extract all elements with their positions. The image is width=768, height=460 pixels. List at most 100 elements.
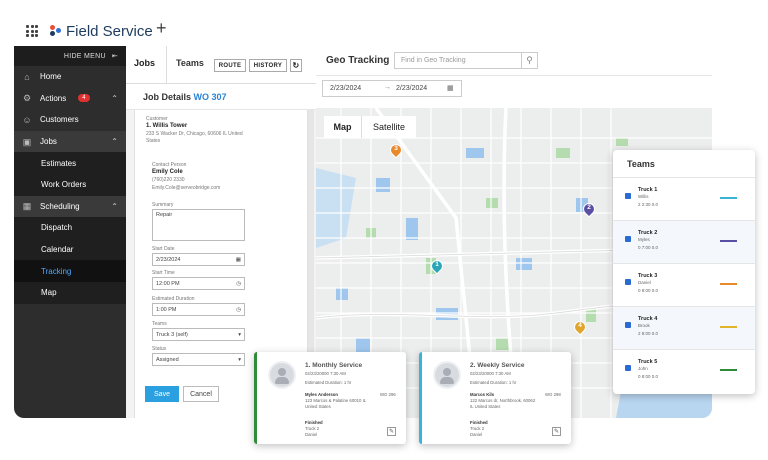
truck-stats: 0 8:00 0.0 <box>638 374 659 379</box>
start-date-field[interactable]: 2/23/2024 ▦ <box>152 253 245 266</box>
chevron-up-icon[interactable]: ⌃ <box>111 202 118 211</box>
map-pin-4[interactable]: 4 <box>571 318 589 336</box>
sidebar-item-scheduling[interactable]: ▦ Scheduling ⌃ <box>14 195 126 218</box>
service-date: 02/23/20000 7:30 AM <box>470 371 511 376</box>
truck-stats: 2 8:00 0.0 <box>638 331 659 336</box>
geo-search-input[interactable]: Find in Geo Tracking <box>394 52 522 69</box>
truck-row-3[interactable]: Truck 3 Daniel 0 8:00 0.0 <box>613 263 755 306</box>
summary-field[interactable]: Repair <box>152 209 245 241</box>
map-pin-3[interactable]: 3 <box>387 141 405 159</box>
service-duration: Estimated Duration: 1 hr <box>470 380 517 385</box>
tab-teams[interactable]: Teams <box>176 58 204 68</box>
service-customer: Marcos Kils <box>470 392 495 397</box>
actions-icon: ⚙ <box>22 93 32 104</box>
checkbox-checked-icon[interactable] <box>625 236 631 242</box>
sidebar-item-actions[interactable]: ⚙ Actions 4 ⌃ <box>14 88 126 110</box>
sidebar-item-label: Actions <box>40 93 67 103</box>
teams-select[interactable]: Truck 3 (self) ▾ <box>152 328 245 341</box>
teams-card: Teams Truck 1 Willis 2 2:30 0.0 Truck 2 … <box>613 150 755 394</box>
checkbox-checked-icon[interactable] <box>625 279 631 285</box>
add-tab-button[interactable]: + <box>156 18 167 39</box>
sidebar-item-customers[interactable]: ☺ Customers <box>14 109 126 131</box>
checkbox-checked-icon[interactable] <box>625 193 631 199</box>
service-status-bar <box>419 352 422 444</box>
sidebar-item-tracking[interactable]: Tracking <box>14 260 126 282</box>
calendar-icon[interactable]: ▦ <box>447 84 454 92</box>
route-color-line <box>720 283 737 285</box>
save-button[interactable]: Save <box>145 386 179 402</box>
chevron-down-icon: ▾ <box>238 356 241 363</box>
route-color-line <box>720 240 737 242</box>
service-wo[interactable]: WO 298 <box>545 392 561 397</box>
service-person: Daniel <box>470 432 483 437</box>
chevron-up-icon[interactable]: ⌃ <box>111 94 118 103</box>
collapse-menu-icon: ⇤ <box>111 53 118 60</box>
duration-field[interactable]: 1:00 PM ◷ <box>152 303 245 316</box>
edit-icon[interactable]: ✎ <box>552 427 561 436</box>
job-id[interactable]: WO 307 <box>194 92 227 102</box>
truck-stats: 2 2:30 0.0 <box>638 202 659 207</box>
map-pin-1[interactable]: 1 <box>428 257 446 275</box>
date-from: 2/23/2024 <box>330 85 362 92</box>
route-color-line <box>720 326 737 328</box>
cancel-button[interactable]: Cancel <box>183 386 219 402</box>
map-pin-label: 4 <box>578 322 582 329</box>
customers-icon: ☺ <box>22 114 32 125</box>
sidebar-item-home[interactable]: ⌂ Home <box>14 66 126 88</box>
chevron-up-icon[interactable]: ⌃ <box>111 137 118 146</box>
truck-name: Truck 2 <box>638 230 658 236</box>
truck-name: Truck 4 <box>638 316 658 322</box>
history-button[interactable]: HISTORY <box>249 59 287 72</box>
start-time-label: Start Time <box>152 270 175 276</box>
sidebar-item-jobs[interactable]: ▣ Jobs ⌃ <box>14 130 126 153</box>
sidebar-item-dispatch[interactable]: Dispatch <box>14 217 126 239</box>
truck-driver: Brook <box>638 323 650 328</box>
customer-label: Customer <box>146 116 168 122</box>
sidebar-item-work-orders[interactable]: Work Orders <box>14 173 126 196</box>
map-type-satellite-button[interactable]: Satellite <box>362 116 416 138</box>
map-pin-2[interactable]: 2 <box>580 200 598 218</box>
start-time-field[interactable]: 12:00 PM ◷ <box>152 277 245 290</box>
refresh-icon[interactable]: ↻ <box>290 59 302 72</box>
avatar <box>433 361 461 389</box>
service-card-2[interactable]: 2. Weekly Service 02/23/20000 7:30 AM Es… <box>419 352 571 444</box>
duration-label: Estimated Duration <box>152 296 195 302</box>
hide-menu-button[interactable]: HIDE MENU ⇤ <box>14 46 126 66</box>
route-color-line <box>720 197 737 199</box>
truck-row-1[interactable]: Truck 1 Willis 2 2:30 0.0 <box>613 177 755 220</box>
actions-count-badge: 4 <box>78 94 90 103</box>
truck-name: Truck 3 <box>638 273 658 279</box>
calendar-icon[interactable]: ▦ <box>236 257 241 263</box>
route-button[interactable]: ROUTE <box>214 59 246 72</box>
sidebar-item-estimates[interactable]: Estimates <box>14 152 126 174</box>
top-bar: Field Service + <box>14 14 712 48</box>
truck-row-2[interactable]: Truck 2 Myles 0 7:00 0.0 <box>613 220 755 263</box>
date-range-picker[interactable]: 2/23/2024 → 2/23/2024 ▦ <box>322 80 462 97</box>
clock-icon[interactable]: ◷ <box>236 281 241 287</box>
service-title: 2. Weekly Service <box>470 362 525 369</box>
truck-row-5[interactable]: Truck 5 John 0 8:00 0.0 <box>613 349 755 392</box>
sidebar-item-label: Customers <box>40 115 79 125</box>
service-card-1[interactable]: 1. Monthly Service 02/23/20000 7:30 AM E… <box>254 352 406 444</box>
teams-value: Truck 3 (self) <box>156 331 188 338</box>
checkbox-checked-icon[interactable] <box>625 322 631 328</box>
search-icon[interactable]: ⚲ <box>521 52 538 69</box>
clock-icon[interactable]: ◷ <box>236 307 241 313</box>
map-type-map-button[interactable]: Map <box>324 116 362 138</box>
sidebar-item-calendar[interactable]: Calendar <box>14 238 126 261</box>
truck-driver: Willis <box>638 194 649 199</box>
truck-name: Truck 1 <box>638 187 658 193</box>
truck-row-4[interactable]: Truck 4 Brook 2 8:00 0.0 <box>613 306 755 349</box>
service-wo[interactable]: WO 296 <box>380 392 396 397</box>
app-name: Field Service <box>66 22 153 40</box>
tab-jobs[interactable]: Jobs <box>134 58 155 68</box>
status-select[interactable]: Assigned ▾ <box>152 353 245 366</box>
checkbox-checked-icon[interactable] <box>625 365 631 371</box>
app-launcher-icon[interactable] <box>26 25 38 37</box>
map-pin-label: 2 <box>587 204 591 211</box>
sidebar-item-label: Dispatch <box>41 223 73 233</box>
edit-icon[interactable]: ✎ <box>387 427 396 436</box>
date-range-bar: 2/23/2024 → 2/23/2024 ▦ <box>316 76 712 108</box>
duration-value: 1:00 PM <box>156 306 177 313</box>
sidebar-item-map[interactable]: Map <box>14 281 126 304</box>
